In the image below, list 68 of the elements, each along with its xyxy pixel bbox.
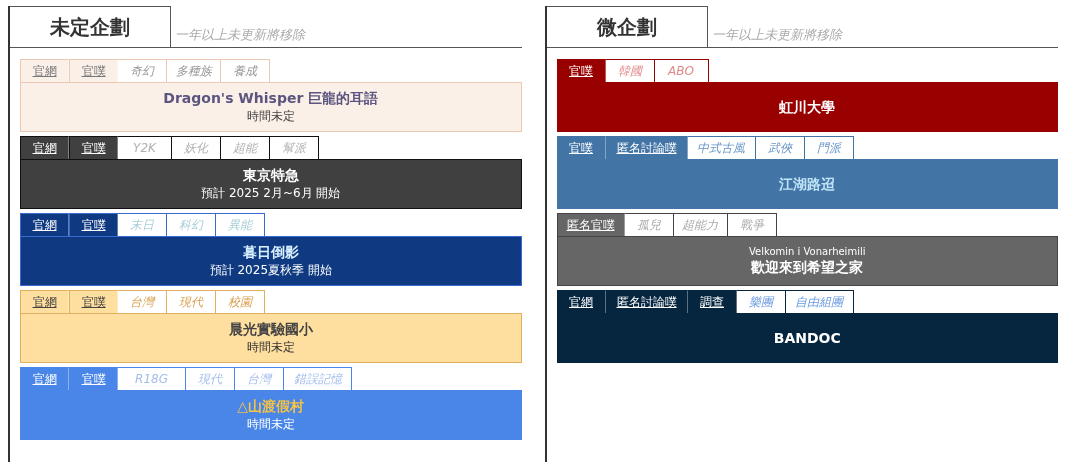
tag-label: 現代 [186, 367, 235, 390]
tag-label: 校園 [216, 290, 265, 313]
tag-label: 多種族 [167, 59, 221, 82]
card-title: Dragon's Whisper 巨龍的耳語 [163, 89, 379, 108]
card-subtitle: 預計 2025 2月~6月 開始 [201, 185, 341, 202]
card-subtitle: 時間未定 [246, 339, 295, 356]
card-subtitle: 預計 2025夏秋季 開始 [209, 262, 332, 279]
card-title: 江湖路迢 [779, 174, 836, 194]
link-tab[interactable]: 官網 [20, 367, 69, 390]
card-title: △山渡假村 [237, 397, 305, 416]
link-tab[interactable]: 匿名官噗 [556, 213, 625, 236]
tag-label: 現代 [167, 290, 216, 313]
project-card[interactable]: Velkomin i Vonarheimili 歡迎來到希望之家 [556, 236, 1058, 286]
card-title: BANDOC [773, 328, 841, 348]
tag-label: 自由組團 [785, 290, 854, 313]
tag-label: 超能 [221, 136, 270, 159]
tag-label: 錯誤記憶 [284, 367, 352, 390]
tag-label: 台灣 [118, 290, 167, 313]
tag-label: 異能 [216, 213, 265, 236]
card-kicker: Velkomin i Vonarheimili [749, 245, 866, 258]
link-tab[interactable]: 匿名討論噗 [605, 290, 688, 313]
card-title: 晨光實驗國小 [228, 320, 313, 339]
card-subtitle: 時間未定 [246, 416, 295, 433]
tag-label: 奇幻 [118, 59, 167, 82]
tag-label: 台灣 [235, 367, 284, 390]
tag-label: 戰爭 [727, 213, 777, 236]
card-title: 東京特急 [242, 166, 299, 185]
link-tab[interactable]: 官網 [20, 136, 69, 159]
tag-label: 武俠 [755, 136, 805, 159]
tag-label: 末日 [118, 213, 167, 236]
tag-label: 門派 [804, 136, 854, 159]
link-tab[interactable]: 官噗 [69, 136, 118, 159]
link-tab[interactable]: 官網 [20, 290, 69, 313]
project-card[interactable]: △山渡假村 時間未定 [20, 390, 522, 440]
project-card[interactable]: 晨光實驗國小 時間未定 [20, 313, 522, 363]
link-tab[interactable]: 官噗 [69, 59, 118, 82]
card-subtitle: 時間未定 [246, 108, 295, 125]
tag-label: 中式古風 [687, 136, 756, 159]
tag-label: R18G [118, 367, 186, 390]
link-tab[interactable]: 官噗 [69, 213, 118, 236]
tag-label: 超能力 [673, 213, 728, 236]
tag-label: 孤兒 [624, 213, 674, 236]
tag-label: Y2K [118, 136, 172, 159]
tag-label: 科幻 [167, 213, 216, 236]
tag-label: 樂團 [736, 290, 786, 313]
link-tab[interactable]: 調查 [687, 290, 737, 313]
link-tab[interactable]: 官噗 [556, 59, 606, 82]
project-card[interactable]: BANDOC [556, 313, 1058, 363]
link-tab[interactable]: 官網 [556, 290, 606, 313]
link-tab[interactable]: 官網 [20, 213, 69, 236]
card-title: 暮日倒影 [242, 243, 299, 262]
link-tab[interactable]: 官噗 [69, 290, 118, 313]
tag-label: 養成 [221, 59, 270, 82]
project-card[interactable]: 暮日倒影 預計 2025夏秋季 開始 [20, 236, 522, 286]
project-card[interactable]: Dragon's Whisper 巨龍的耳語 時間未定 [20, 82, 522, 132]
project-card[interactable]: 江湖路迢 [556, 159, 1058, 209]
tag-label: ABO [654, 59, 709, 82]
link-tab[interactable]: 官噗 [556, 136, 606, 159]
link-tab[interactable]: 官噗 [69, 367, 118, 390]
project-card[interactable]: 東京特急 預計 2025 2月~6月 開始 [20, 159, 522, 209]
card-title: 虹川大學 [779, 97, 836, 117]
link-tab[interactable]: 匿名討論噗 [605, 136, 688, 159]
card-title: 歡迎來到希望之家 [751, 258, 864, 277]
link-tab[interactable]: 官網 [20, 59, 69, 82]
tag-label: 幫派 [270, 136, 319, 159]
project-card[interactable]: 虹川大學 [556, 82, 1058, 132]
tag-label: 韓國 [605, 59, 655, 82]
tag-label: 妖化 [172, 136, 221, 159]
